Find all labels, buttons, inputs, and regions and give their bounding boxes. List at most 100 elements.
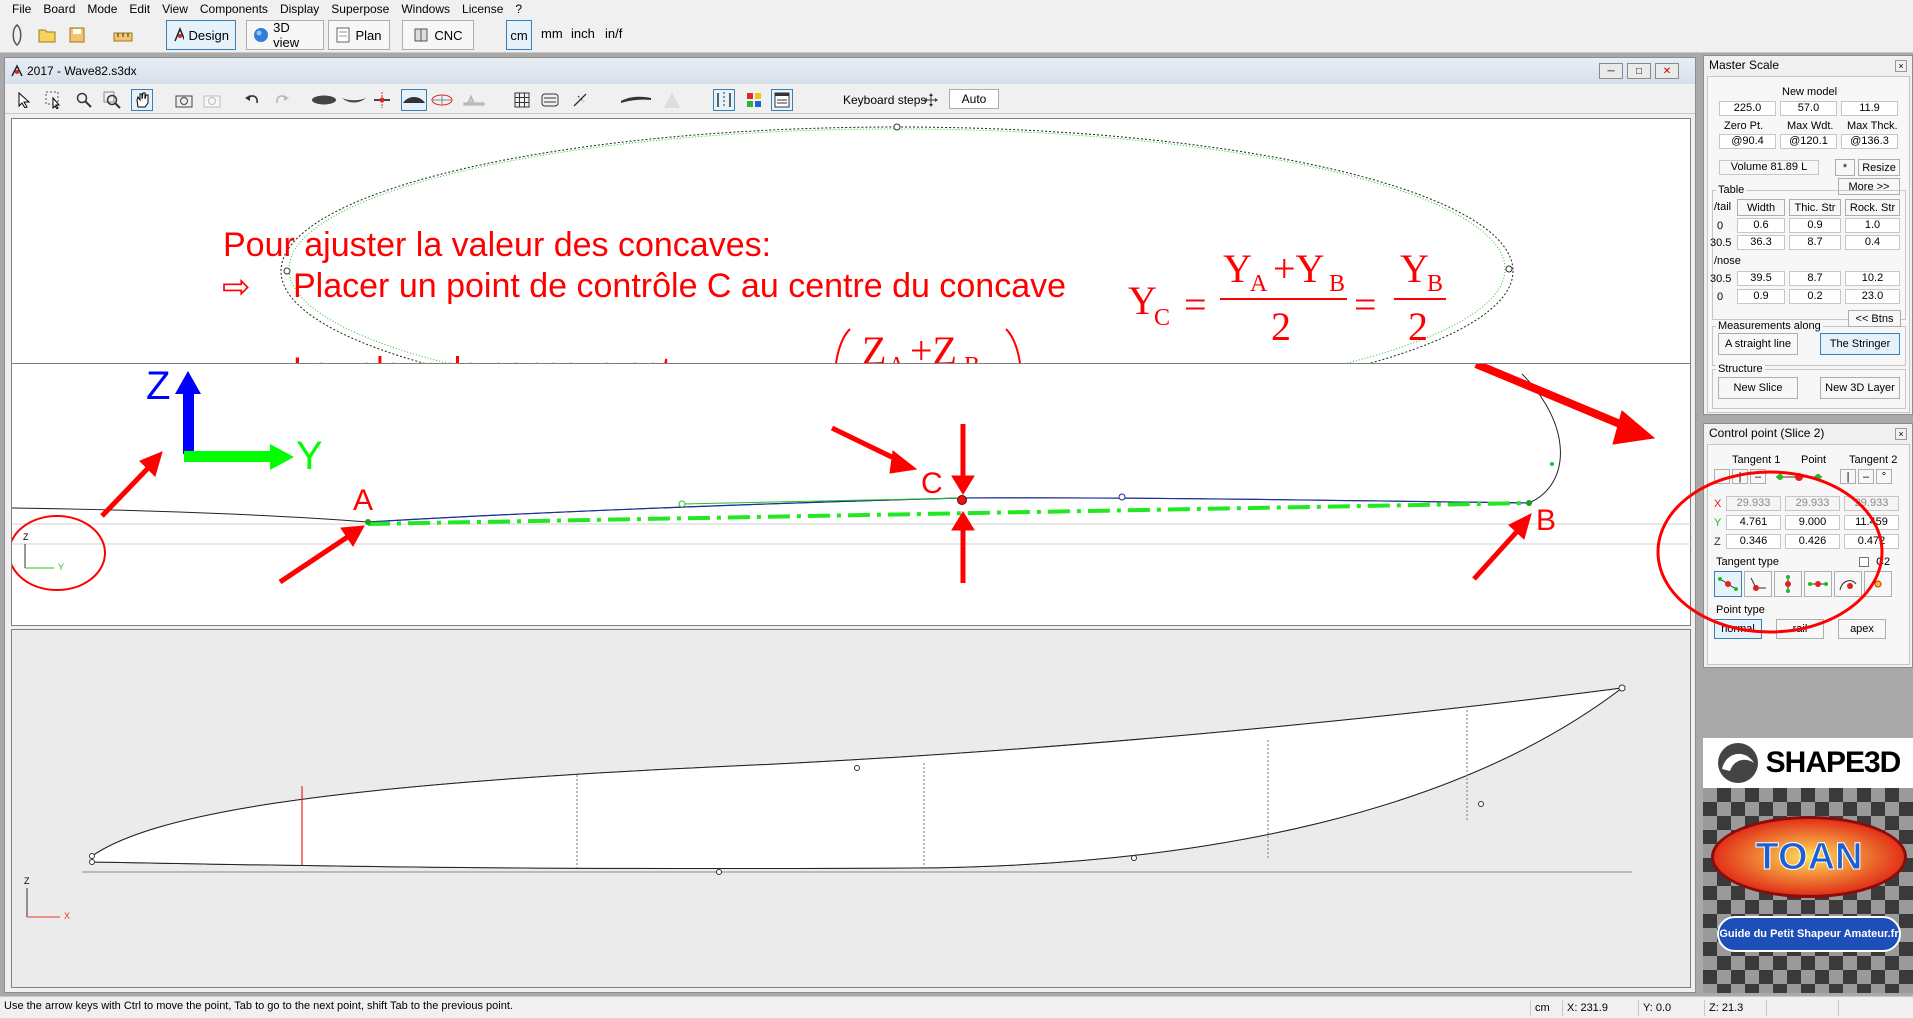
tangent2-x-value[interactable]: 29.933: [1844, 496, 1899, 511]
point-y-value[interactable]: 9.000: [1785, 515, 1840, 530]
width-column-header[interactable]: Width: [1737, 199, 1785, 216]
tail-row-thickness[interactable]: 0.9: [1789, 218, 1841, 233]
menu-item-license[interactable]: License: [456, 2, 509, 16]
zoom-icon[interactable]: [73, 89, 95, 111]
new-3d-layer-button[interactable]: New 3D Layer: [1820, 377, 1900, 399]
unit-inch-button[interactable]: inch: [571, 26, 595, 41]
open-file-icon[interactable]: [36, 24, 58, 46]
rocker-column-header[interactable]: Rock. Str: [1845, 199, 1900, 216]
colors-icon[interactable]: [743, 89, 765, 111]
properties-window-icon[interactable]: [771, 89, 793, 111]
menu-item-mode[interactable]: Mode: [81, 2, 123, 16]
minimize-button[interactable]: ─: [1599, 63, 1623, 79]
zoom-window-icon[interactable]: [101, 89, 123, 111]
unit-mm-button[interactable]: mm: [541, 26, 563, 41]
menu-item-board[interactable]: Board: [37, 2, 81, 16]
fin-gray-icon[interactable]: [661, 89, 683, 111]
plan-button[interactable]: Plan: [328, 20, 390, 50]
tail-row-rocker[interactable]: 1.0: [1845, 218, 1900, 233]
width-value[interactable]: 57.0: [1780, 101, 1837, 116]
symmetry-icon[interactable]: [713, 89, 735, 111]
measure-icon[interactable]: [569, 89, 591, 111]
close-button[interactable]: ✕: [1655, 63, 1679, 79]
master-scale-close-button[interactable]: ×: [1895, 60, 1907, 72]
c2-checkbox[interactable]: [1859, 557, 1869, 567]
3d-view-button[interactable]: 3D view: [246, 20, 324, 50]
thickness-column-header[interactable]: Thic. Str: [1789, 199, 1841, 216]
board-outline-icon[interactable]: [311, 89, 337, 111]
tangent2-horizontal-button[interactable]: –: [1858, 469, 1874, 484]
tangent-type-horizontal-button[interactable]: [1804, 571, 1832, 597]
tail-row-width[interactable]: 36.3: [1737, 235, 1785, 250]
nose-row-width[interactable]: 0.9: [1737, 289, 1785, 304]
board-profile-icon[interactable]: [341, 89, 367, 111]
menu-item-file[interactable]: File: [6, 2, 37, 16]
outline-view[interactable]: Y X Pour ajuster la valeur des concaves:…: [11, 118, 1691, 431]
control-point-close-button[interactable]: ×: [1895, 428, 1907, 440]
length-value[interactable]: 225.0: [1719, 101, 1776, 116]
point-type-apex-button[interactable]: apex: [1838, 619, 1886, 639]
nose-row-rocker[interactable]: 23.0: [1845, 289, 1900, 304]
grid-board-icon[interactable]: [431, 89, 453, 111]
buttons-toggle[interactable]: << Btns: [1848, 310, 1901, 327]
tangent2-y-value[interactable]: 11.459: [1844, 515, 1899, 530]
unit-cm-button[interactable]: cm: [506, 20, 532, 50]
tail-row-thickness[interactable]: 8.7: [1789, 235, 1841, 250]
menu-item-view[interactable]: View: [156, 2, 194, 16]
menu-item-display[interactable]: Display: [274, 2, 325, 16]
nose-row-thickness[interactable]: 8.7: [1789, 271, 1841, 286]
tangent-type-free-button[interactable]: [1864, 571, 1892, 597]
tangent2-vertical-button[interactable]: |: [1840, 469, 1856, 484]
grid-icon[interactable]: [511, 89, 533, 111]
tail-row-width[interactable]: 0.6: [1737, 218, 1785, 233]
tangent1-z-value[interactable]: 0.346: [1726, 534, 1781, 549]
max-thickness-position[interactable]: @136.3: [1841, 134, 1898, 149]
tangent2-angle-button[interactable]: °: [1876, 469, 1892, 484]
menu-item-help[interactable]: ?: [509, 2, 528, 16]
ruler-icon[interactable]: [112, 24, 134, 46]
design-mode-button[interactable]: Design: [166, 20, 236, 50]
tangent-type-curve-button[interactable]: [1834, 571, 1862, 597]
maximize-button[interactable]: □: [1627, 63, 1651, 79]
redo-icon[interactable]: [271, 89, 293, 111]
nose-row-width[interactable]: 39.5: [1737, 271, 1785, 286]
slice-view-icon[interactable]: [401, 89, 427, 111]
stringer-button[interactable]: The Stringer: [1820, 333, 1900, 355]
tangent-type-corner-button[interactable]: [1744, 571, 1772, 597]
slice-view[interactable]: Z Y A C B Z Y: [11, 363, 1692, 626]
tangent1-x-value[interactable]: 29.933: [1726, 496, 1781, 511]
select-arrow-icon[interactable]: [13, 89, 35, 111]
keyboard-steps-field[interactable]: Auto: [949, 89, 999, 109]
zero-pt-value[interactable]: @90.4: [1719, 134, 1776, 149]
point-type-rail-button[interactable]: rail: [1776, 619, 1824, 639]
max-width-position[interactable]: @120.1: [1780, 134, 1837, 149]
undo-icon[interactable]: [241, 89, 263, 111]
rocker-icon[interactable]: [619, 89, 653, 111]
tangent2-z-value[interactable]: 0.472: [1844, 534, 1899, 549]
tangent1-y-value[interactable]: 4.761: [1726, 515, 1781, 530]
nose-row-thickness[interactable]: 0.2: [1789, 289, 1841, 304]
fin-icon[interactable]: [461, 89, 487, 111]
menu-item-windows[interactable]: Windows: [395, 2, 456, 16]
tangent1-vertical-button[interactable]: |: [1732, 469, 1748, 484]
nose-row-rocker[interactable]: 10.2: [1845, 271, 1900, 286]
resize-button[interactable]: Resize: [1858, 159, 1900, 176]
profile-view[interactable]: Z X: [11, 629, 1691, 988]
tangent1-lock-button[interactable]: [1714, 469, 1730, 484]
slice-point-icon[interactable]: [371, 89, 393, 111]
thickness-value[interactable]: 11.9: [1841, 101, 1898, 116]
tangent1-horizontal-button[interactable]: –: [1750, 469, 1766, 484]
pan-hand-icon[interactable]: [131, 89, 153, 111]
camera-icon[interactable]: [173, 89, 195, 111]
menu-item-edit[interactable]: Edit: [123, 2, 156, 16]
new-slice-button[interactable]: New Slice: [1718, 377, 1798, 399]
save-file-icon[interactable]: [66, 24, 88, 46]
sections-icon[interactable]: [539, 89, 561, 111]
point-z-value[interactable]: 0.426: [1785, 534, 1840, 549]
straight-line-button[interactable]: A straight line: [1718, 333, 1798, 355]
tangent-type-vertical-button[interactable]: [1774, 571, 1802, 597]
star-button[interactable]: *: [1835, 159, 1855, 176]
tail-row-rocker[interactable]: 0.4: [1845, 235, 1900, 250]
select-box-icon[interactable]: [43, 89, 65, 111]
point-x-value[interactable]: 29.933: [1785, 496, 1840, 511]
